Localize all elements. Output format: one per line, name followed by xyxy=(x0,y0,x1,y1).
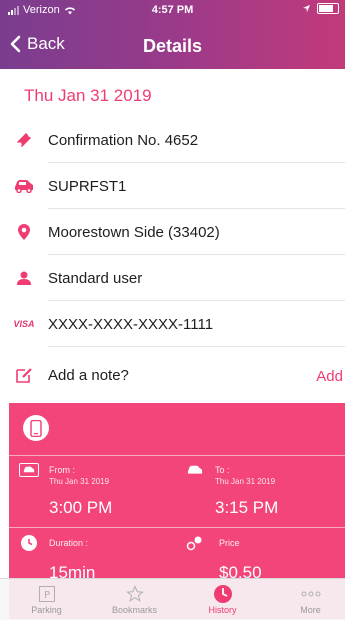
card-row: VISA XXXX-XXXX-XXXX-1111 xyxy=(0,301,345,347)
nav-bar: Back Details xyxy=(0,28,345,64)
to-date: Thu Jan 31 2019 xyxy=(215,477,276,486)
tab-bookmarks[interactable]: Bookmarks xyxy=(100,579,169,620)
car-from-icon xyxy=(19,463,39,477)
from-time: 3:00 PM xyxy=(49,498,113,517)
status-bar: Verizon 4:57 PM xyxy=(0,0,345,20)
visa-icon: VISA xyxy=(13,319,35,329)
price-label: Price xyxy=(219,538,240,548)
tab-history[interactable]: History xyxy=(188,579,257,620)
user-row: Standard user xyxy=(0,255,345,301)
to-time: 3:15 PM xyxy=(215,498,279,517)
add-note-button[interactable]: Add xyxy=(316,368,343,385)
from-date: Thu Jan 31 2019 xyxy=(49,477,110,486)
coins-icon xyxy=(185,533,205,553)
from-label: From : xyxy=(49,465,75,475)
svg-text:P: P xyxy=(43,590,49,601)
status-right xyxy=(302,3,339,14)
duration-label: Duration : xyxy=(49,538,89,548)
note-label: Add a note? xyxy=(48,366,129,384)
header: Verizon 4:57 PM Back Details xyxy=(0,0,345,69)
tab-label: History xyxy=(208,605,237,615)
page-title: Details xyxy=(142,36,203,56)
card-divider xyxy=(9,455,345,456)
car-icon xyxy=(0,179,48,193)
status-time: 4:57 PM xyxy=(151,4,194,16)
plate-row: SUPRFST1 xyxy=(0,163,345,209)
star-icon xyxy=(125,583,144,605)
car-to-icon xyxy=(185,463,205,477)
edit-icon xyxy=(0,366,48,384)
clock-icon xyxy=(21,535,37,551)
tab-more[interactable]: More xyxy=(276,579,345,620)
location-row: Moorestown Side (33402) xyxy=(0,209,345,255)
user-text: Standard user xyxy=(48,269,143,287)
to-label: To : xyxy=(215,465,230,475)
parking-icon: P xyxy=(38,583,55,605)
user-icon xyxy=(0,271,48,285)
card-divider xyxy=(9,527,345,528)
note-row[interactable]: Add a note? xyxy=(0,352,345,398)
confirmation-text: Confirmation No. 4652 xyxy=(48,131,199,149)
card-number-text: XXXX-XXXX-XXXX-1111 xyxy=(48,315,214,333)
tab-parking[interactable]: P Parking xyxy=(12,579,81,620)
phone-icon xyxy=(23,415,49,441)
ticket-icon xyxy=(0,132,48,148)
battery-icon xyxy=(317,3,339,14)
location-pin-icon xyxy=(0,224,48,240)
location-text: Moorestown Side (33402) xyxy=(48,223,220,241)
tab-label: Bookmarks xyxy=(111,605,157,615)
reservation-date: Thu Jan 31 2019 xyxy=(24,86,152,105)
clock-icon xyxy=(213,583,233,605)
location-arrow-icon xyxy=(302,4,311,13)
tab-label: Parking xyxy=(31,605,62,615)
tab-label: More xyxy=(300,605,321,615)
tab-bar: P Parking Bookmarks History More xyxy=(0,578,345,620)
more-icon xyxy=(301,583,321,605)
confirmation-row: Confirmation No. 4652 xyxy=(0,117,345,163)
plate-text: SUPRFST1 xyxy=(48,177,127,195)
